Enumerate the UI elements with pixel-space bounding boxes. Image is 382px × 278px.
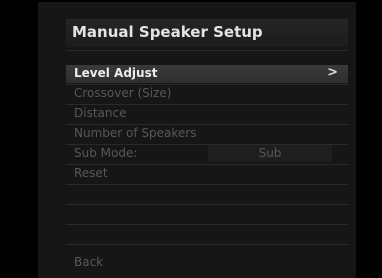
menu-item-reset[interactable]: Reset: [66, 165, 348, 183]
menu-item-label: Level Adjust: [74, 66, 158, 80]
page-title: Manual Speaker Setup: [72, 23, 263, 41]
back-label: Back: [74, 255, 104, 269]
menu-item-label: Reset: [74, 166, 108, 180]
sub-mode-value: Sub: [258, 146, 282, 160]
menu-item-label: Number of Speakers: [74, 126, 197, 140]
divider: [66, 224, 348, 225]
title-bar: Manual Speaker Setup: [66, 19, 348, 47]
menu-item-label: Crossover (Size): [74, 86, 172, 100]
divider: [66, 244, 348, 245]
back-button[interactable]: Back: [66, 254, 348, 272]
menu-item-level-adjust[interactable]: Level Adjust >: [66, 65, 348, 83]
divider: [66, 204, 348, 205]
menu-item-sub-mode[interactable]: Sub Mode: Sub: [66, 145, 348, 163]
menu-item-number-of-speakers[interactable]: Number of Speakers: [66, 125, 348, 143]
menu-item-distance[interactable]: Distance: [66, 105, 348, 123]
menu-item-crossover-size[interactable]: Crossover (Size): [66, 85, 348, 103]
speaker-setup-screen: Manual Speaker Setup Level Adjust > Cros…: [38, 2, 356, 278]
menu-item-label: Distance: [74, 106, 127, 120]
divider: [66, 184, 348, 185]
menu-item-label: Sub Mode:: [74, 146, 138, 160]
divider: [66, 50, 348, 51]
chevron-right-icon: >: [327, 65, 338, 80]
sub-mode-value-box[interactable]: Sub: [208, 145, 332, 162]
